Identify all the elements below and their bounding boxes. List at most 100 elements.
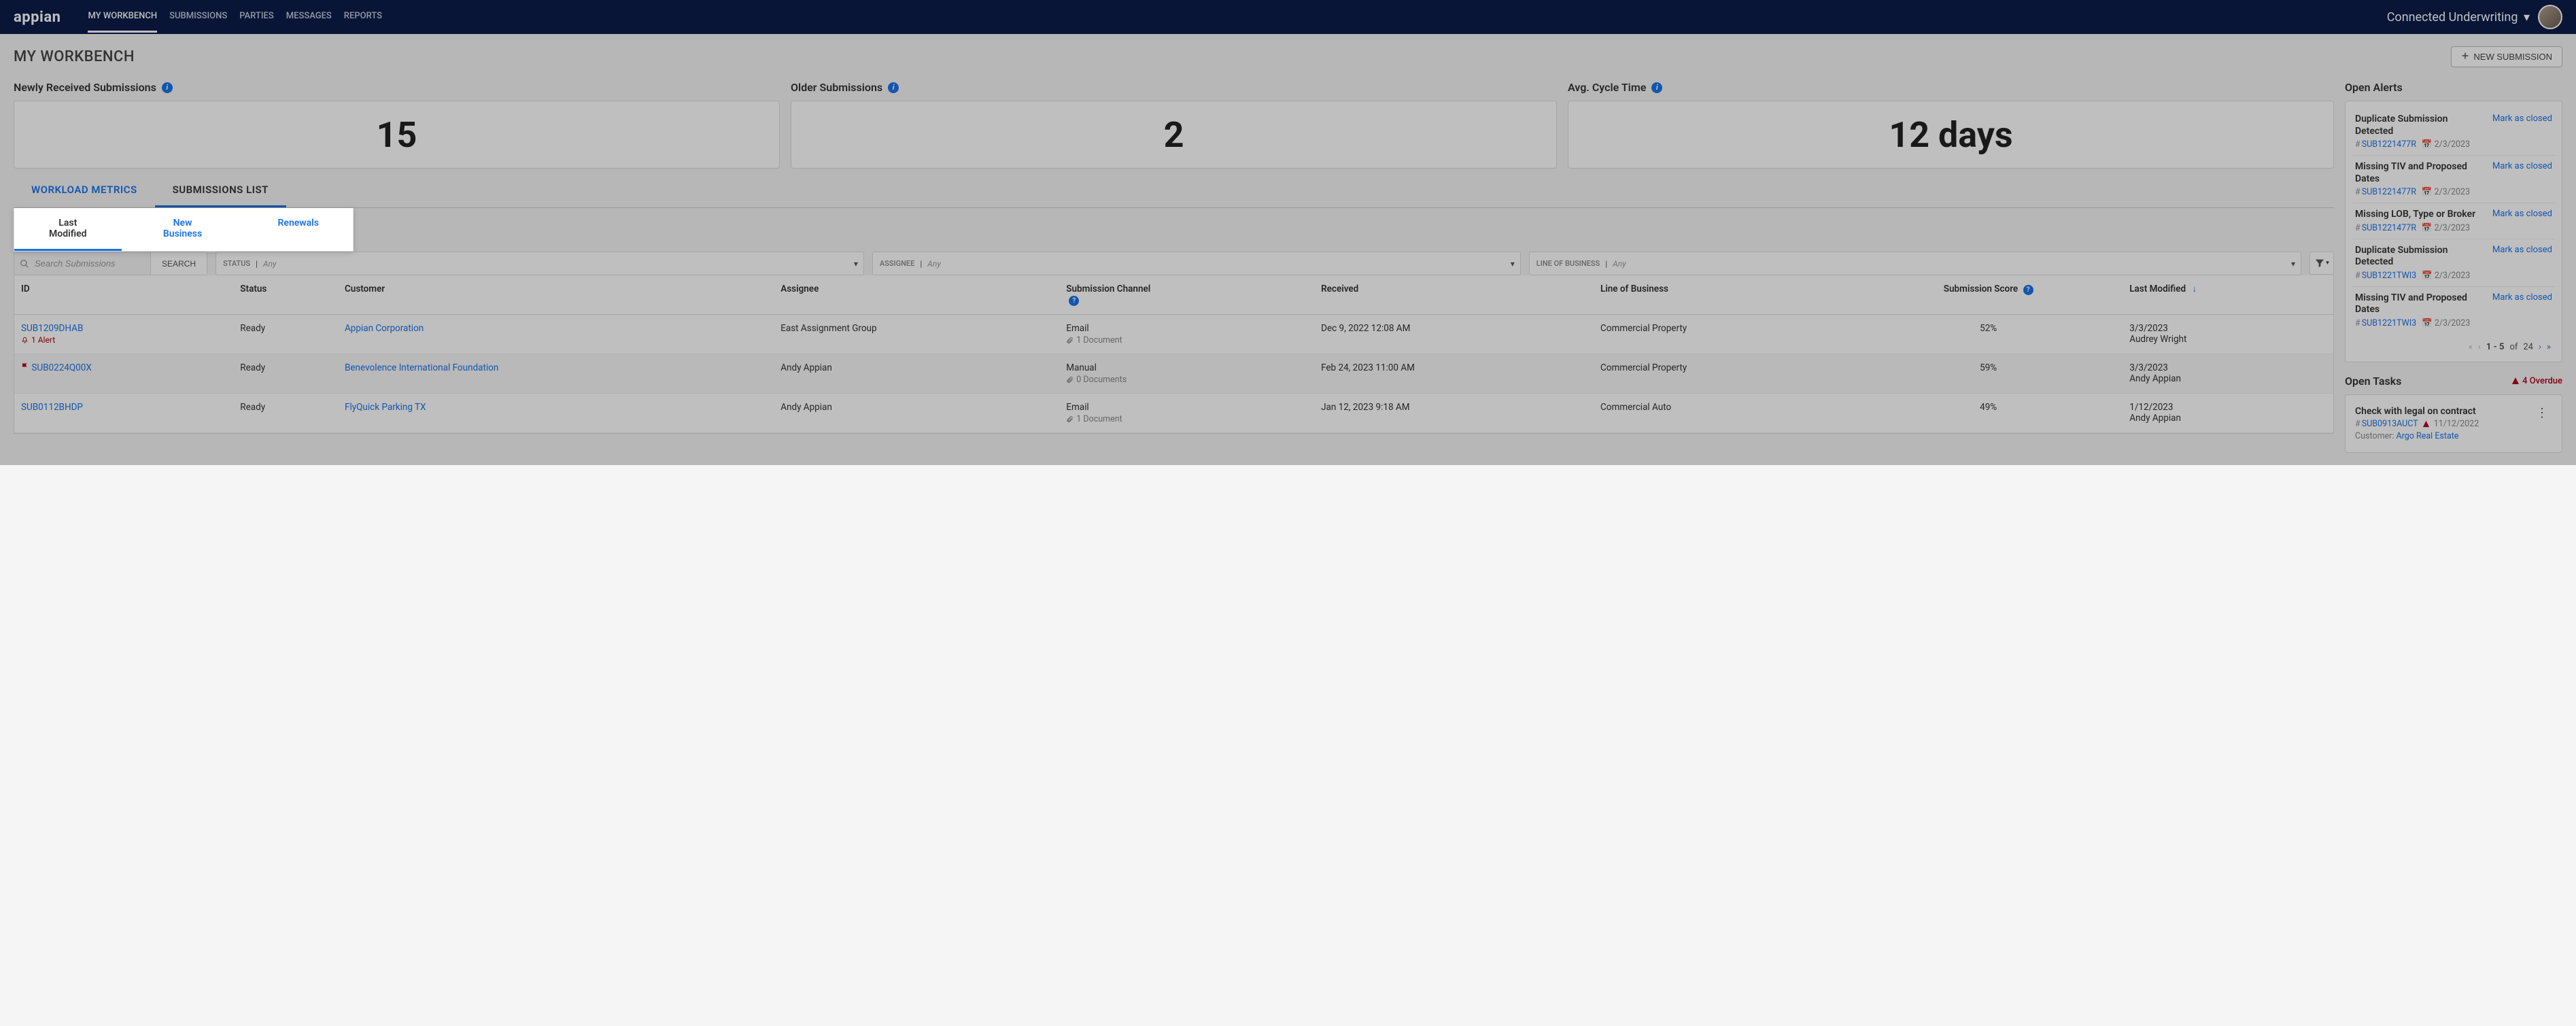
col-score[interactable]: Submission Score ? [1854,275,2123,315]
nav-reports[interactable]: REPORTS [344,1,382,33]
help-icon[interactable]: ? [1069,296,1079,306]
hash-icon: # [2355,223,2360,233]
alert-item: Missing TIV and Proposed Dates#SUB1221TW… [2352,287,2555,334]
calendar-icon: 📅 [2422,223,2433,233]
alert-sub-link[interactable]: SUB1221477R [2362,139,2416,150]
tab-submissions-list[interactable]: SUBMISSIONS LIST [155,174,286,207]
warning-icon [2511,377,2520,385]
alert-sub-link[interactable]: SUB1221TWI3 [2362,318,2416,328]
alert-item: Duplicate Submission Detected #SUB1221477… [2352,108,2555,156]
mark-closed-link[interactable]: Mark as closed [2492,209,2552,219]
col-customer[interactable]: Customer [338,275,774,315]
search-input[interactable] [14,252,150,275]
sort-desc-icon: ↓ [2192,284,2197,294]
mark-closed-link[interactable]: Mark as closed [2492,245,2552,255]
help-icon[interactable]: ? [2023,285,2033,295]
level1-tabs: WORKLOAD METRICS SUBMISSIONS LIST [14,174,2334,208]
alert-badge: 1 Alert [21,335,226,345]
pager-range: 1 - 5 [2486,342,2505,352]
paperclip-icon [1066,415,1074,423]
search-button[interactable]: SEARCH [150,252,207,275]
assignee-cell: Andy Appian [774,394,1059,433]
status-filter[interactable]: STATUS | Any ▾ [216,252,864,275]
info-icon[interactable]: i [162,82,173,93]
alert-item: Duplicate Submission Detected#SUB1221TWI… [2352,239,2555,287]
tab-workload-metrics[interactable]: WORKLOAD METRICS [14,174,155,207]
open-tasks-panel: Check with legal on contract#SUB0913AUCT… [2345,394,2562,453]
alert-title: Duplicate Submission Detected [2355,114,2486,137]
mark-closed-link[interactable]: Mark as closed [2492,114,2552,124]
customer-link[interactable]: FlyQuick Parking TX [345,402,426,413]
customer-link[interactable]: Benevolence International Foundation [345,362,498,373]
col-lob[interactable]: Line of Business [1594,275,1854,315]
alert-sub-link[interactable]: SUB1221477R [2362,187,2416,197]
pager-last-icon[interactable]: » [2547,342,2551,352]
tab-last-modified[interactable]: Last Modified [14,208,122,251]
col-last-modified[interactable]: Last Modified ↓ [2123,275,2333,315]
nav-submissions[interactable]: SUBMISSIONS [169,1,227,33]
alert-date: 2/3/2023 [2435,139,2470,150]
alert-date: 2/3/2023 [2435,187,2470,197]
kpi-older-value: 2 [1164,114,1184,156]
task-customer-label: Customer: [2355,431,2397,441]
pager-first-icon[interactable]: « [2469,342,2473,352]
col-assignee[interactable]: Assignee [774,275,1059,315]
tab-new-business[interactable]: New Business [122,208,244,251]
lob-cell: Commercial Property [1594,354,1854,394]
app-name-dropdown[interactable]: Connected Underwriting ▾ [2387,10,2530,24]
nav-parties[interactable]: PARTIES [239,1,274,33]
kebab-icon[interactable]: ⋮ [2532,406,2552,420]
new-submission-button[interactable]: NEW SUBMISSION [2451,46,2562,67]
filter-icon-button[interactable]: ▾ [2309,252,2334,275]
nav-my-workbench[interactable]: MY WORKBENCH [88,1,157,33]
customer-link[interactable]: Appian Corporation [345,323,424,334]
tab-renewals[interactable]: Renewals [244,208,353,251]
alert-sub-link[interactable]: SUB1221477R [2362,223,2416,233]
assignee-filter-value: Any [927,259,941,269]
mark-closed-link[interactable]: Mark as closed [2492,292,2552,303]
assignee-filter[interactable]: ASSIGNEE | Any ▾ [872,252,1521,275]
col-status[interactable]: Status [233,275,338,315]
pager-prev-icon[interactable]: ‹ [2478,342,2481,352]
submission-id-link[interactable]: SUB0224Q00X [31,362,91,373]
info-icon[interactable]: i [1651,82,1662,93]
info-icon[interactable]: i [888,82,899,93]
task-customer-link[interactable]: Argo Real Estate [2397,431,2459,441]
nav-messages[interactable]: MESSAGES [286,1,332,33]
kpi-older-label: Older Submissions [791,81,882,94]
hash-icon: # [2355,139,2360,150]
overdue-text: 4 Overdue [2522,376,2562,386]
pager-next-icon[interactable]: › [2539,342,2541,352]
submission-id-link[interactable]: SUB0112BHDP [21,402,83,413]
documents-line: 1 Document [1066,414,1307,424]
calendar-icon: 📅 [2422,271,2433,281]
task-sub-link[interactable]: SUB0913AUCT [2362,419,2418,429]
plus-icon [2461,52,2469,62]
submission-id-link[interactable]: SUB1209DHAB [21,323,83,334]
table-row: SUB1209DHAB1 AlertReadyAppian Corporatio… [14,315,2333,354]
lob-filter-label: LINE OF BUSINESS [1536,259,1600,268]
alert-date: 2/3/2023 [2435,318,2470,328]
task-date: 11/12/2022 [2434,419,2479,429]
channel-cell: Email1 Document [1059,315,1314,354]
alert-title: Missing TIV and Proposed Dates [2355,292,2486,316]
level2-tabs-panel: Last Modified New Business Renewals [14,208,354,252]
pager-total: 24 [2523,342,2533,352]
col-score-label: Submission Score [1944,284,2018,294]
col-id[interactable]: ID [14,275,233,315]
last-modified-cell: 3/3/2023Andy Appian [2123,354,2333,394]
col-channel[interactable]: Submission Channel ? [1059,275,1314,315]
col-received[interactable]: Received [1314,275,1594,315]
mark-closed-link[interactable]: Mark as closed [2492,161,2552,171]
avatar[interactable] [2538,5,2562,29]
calendar-icon: 📅 [2422,139,2433,150]
alert-item: Missing TIV and Proposed Dates#SUB122147… [2352,156,2555,203]
calendar-icon: 📅 [2422,187,2433,197]
search-icon [20,259,29,269]
lob-filter[interactable]: LINE OF BUSINESS | Any ▾ [1529,252,2301,275]
lob-cell: Commercial Property [1594,315,1854,354]
alert-sub-link[interactable]: SUB1221TWI3 [2362,271,2416,281]
submissions-table: ID Status Customer Assignee Submission C… [14,275,2334,434]
caret-down-icon: ▾ [854,259,858,269]
warning-icon [2422,420,2430,428]
